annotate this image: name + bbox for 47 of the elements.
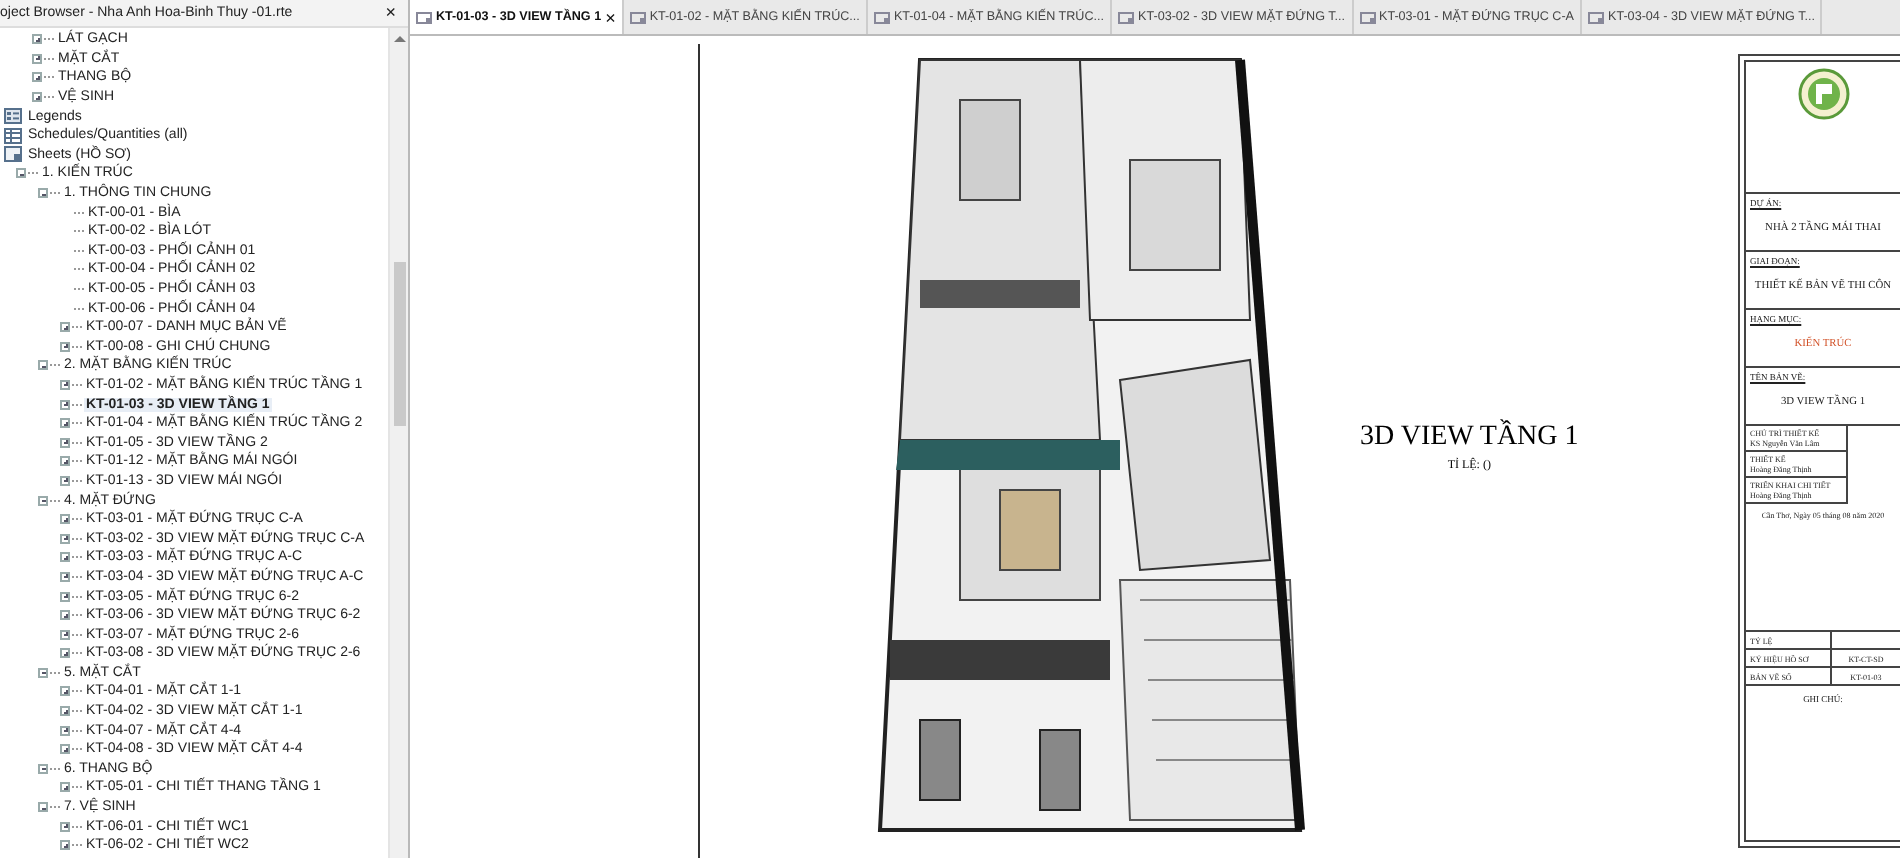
expander-icon[interactable]: [60, 456, 70, 467]
sheet-icon: [4, 146, 22, 163]
sheet-icon: [1588, 11, 1605, 23]
scrollbar[interactable]: [388, 28, 408, 858]
expander-icon[interactable]: [60, 629, 70, 640]
expander-icon[interactable]: [38, 667, 48, 678]
expander-icon[interactable]: [38, 495, 48, 506]
expander-icon[interactable]: [60, 648, 70, 659]
expander-icon[interactable]: [60, 782, 70, 793]
expander-icon[interactable]: [60, 571, 70, 582]
expander-icon[interactable]: [60, 418, 70, 429]
expander-icon[interactable]: [60, 379, 70, 390]
sheet-icon: [1118, 11, 1135, 23]
expander-icon[interactable]: [60, 725, 70, 736]
expander-icon[interactable]: [60, 591, 70, 602]
expander-icon[interactable]: [60, 552, 70, 563]
expander-icon[interactable]: [60, 610, 70, 621]
expander-icon[interactable]: [16, 168, 26, 179]
expander-icon[interactable]: [60, 821, 70, 832]
expander-icon[interactable]: [60, 399, 70, 410]
expander-icon[interactable]: [32, 34, 42, 45]
expander-icon[interactable]: [32, 72, 42, 83]
legend-icon: [4, 108, 22, 125]
expander-icon[interactable]: [60, 341, 70, 352]
sheet-icon: [629, 11, 646, 23]
expander-icon[interactable]: [38, 763, 48, 774]
expander-icon[interactable]: [32, 92, 42, 103]
expander-icon[interactable]: [32, 53, 42, 64]
expander-icon[interactable]: [60, 686, 70, 697]
expander-icon[interactable]: [60, 322, 70, 333]
expander-icon[interactable]: [38, 360, 48, 371]
expander-icon[interactable]: [60, 514, 70, 525]
view-title: 3D VIEW TẦNG 1: [1360, 422, 1579, 454]
expander-icon[interactable]: [60, 706, 70, 717]
expander-icon[interactable]: [60, 533, 70, 544]
company-logo-icon: [1797, 68, 1849, 120]
expander-icon[interactable]: [60, 475, 70, 486]
sheet-icon: [873, 11, 890, 23]
sheet-icon: [416, 11, 432, 23]
close-tab-button[interactable]: ×: [605, 7, 616, 27]
expander-icon[interactable]: [60, 437, 70, 448]
expander-icon[interactable]: [60, 840, 70, 851]
sheet-icon: [1359, 11, 1375, 23]
close-button[interactable]: ×: [381, 4, 400, 22]
expander-icon[interactable]: [38, 802, 48, 813]
expander-icon[interactable]: [60, 744, 70, 755]
expander-icon[interactable]: [38, 188, 48, 199]
